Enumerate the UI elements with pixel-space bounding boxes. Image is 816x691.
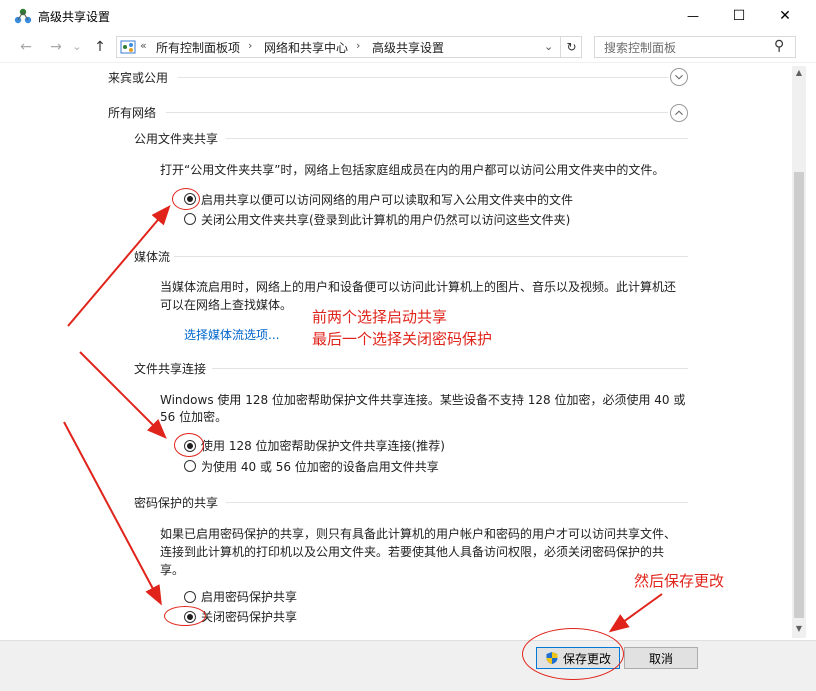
minimize-icon: —: [687, 9, 699, 23]
cancel-label: 取消: [648, 651, 673, 666]
annotation-save-note: 然后保存更改: [634, 572, 725, 590]
divider: [0, 62, 816, 63]
public-folder-off-radio[interactable]: [184, 213, 196, 225]
breadcrumb-overflow[interactable]: «: [140, 39, 147, 52]
divider: [226, 138, 688, 139]
password-on-radio[interactable]: [184, 591, 196, 603]
breadcrumb-network-center[interactable]: 网络和共享中心: [264, 39, 348, 56]
scrollbar-thumb[interactable]: [794, 172, 804, 618]
breadcrumb-separator-icon: ›: [356, 39, 361, 52]
annotation-ellipse: [164, 606, 206, 626]
divider: [178, 77, 668, 78]
up-button[interactable]: ↑: [90, 38, 110, 56]
public-folder-on-label[interactable]: 启用共享以便可以访问网络的用户可以读取和写入公用文件夹中的文件: [201, 191, 573, 208]
annotation-note-line2: 最后一个选择关闭密码保护: [312, 330, 493, 348]
encryption-40-56-radio[interactable]: [184, 460, 196, 472]
window-title: 高级共享设置: [38, 10, 111, 24]
file-sharing-description-line2: 56 位加密。: [160, 410, 228, 424]
search-icon[interactable]: ⚲: [774, 38, 784, 54]
breadcrumb-advanced-sharing[interactable]: 高级共享设置: [372, 39, 444, 56]
password-heading: 密码保护的共享: [134, 496, 219, 510]
cancel-button[interactable]: 取消: [624, 647, 698, 669]
divider: [166, 112, 668, 113]
public-folder-off-label[interactable]: 关闭公用文件夹共享(登录到此计算机的用户仍然可以访问这些文件夹): [201, 211, 570, 228]
media-description-line1: 当媒体流启用时，网络上的用户和设备便可以访问此计算机上的图片、音乐以及视频。此计…: [160, 280, 677, 294]
maximize-icon: ☐: [732, 8, 746, 24]
divider: [174, 256, 688, 257]
back-arrow-icon: ←: [20, 39, 32, 55]
password-description-line2: 连接到此计算机的打印机以及公用文件夹。若要使其他人具备访问权限，必须关闭密码保护…: [160, 545, 665, 559]
annotation-ellipse: [522, 628, 624, 680]
scroll-down-icon[interactable]: ▼: [794, 624, 804, 634]
breadcrumb-control-panel[interactable]: 所有控制面板项: [156, 39, 240, 56]
forward-button[interactable]: →: [46, 38, 66, 56]
recent-locations-button[interactable]: ⌄: [70, 38, 84, 56]
media-streaming-options-link[interactable]: 选择媒体流选项...: [184, 326, 279, 343]
annotation-ellipse: [172, 188, 200, 210]
password-on-label[interactable]: 启用密码保护共享: [201, 588, 297, 605]
collapse-chevron-icon[interactable]: [670, 104, 688, 122]
search-placeholder: 搜索控制面板: [604, 41, 677, 55]
divider: [226, 502, 688, 503]
media-heading: 媒体流: [134, 250, 171, 264]
section-all-networks[interactable]: 所有网络: [108, 104, 156, 121]
forward-arrow-icon: →: [50, 39, 62, 55]
maximize-button[interactable]: ☐: [716, 0, 762, 32]
public-folder-heading: 公用文件夹共享: [134, 132, 219, 146]
file-sharing-heading: 文件共享连接: [134, 362, 207, 376]
annotation-note-line1: 前两个选择启动共享: [312, 308, 448, 326]
refresh-icon: ↻: [566, 40, 577, 54]
breadcrumb-separator-icon: ›: [248, 39, 253, 52]
divider: [212, 368, 688, 369]
media-description-line2: 可以在网络上查找媒体。: [160, 298, 293, 312]
scroll-up-icon[interactable]: ▲: [794, 68, 804, 78]
encryption-40-56-label[interactable]: 为使用 40 或 56 位加密的设备启用文件共享: [201, 458, 439, 475]
chevron-down-icon: ⌄: [72, 40, 82, 53]
close-icon: ✕: [779, 8, 791, 24]
control-panel-icon: [120, 40, 136, 54]
up-arrow-icon: ↑: [94, 39, 106, 55]
minimize-button[interactable]: —: [670, 0, 716, 32]
network-sharing-icon: [14, 8, 32, 24]
password-off-label[interactable]: 关闭密码保护共享: [201, 608, 297, 625]
address-history-chevron-icon[interactable]: ⌄: [544, 40, 553, 53]
encryption-128-label[interactable]: 使用 128 位加密帮助保护文件共享连接(推荐): [201, 437, 445, 454]
password-description-line3: 享。: [160, 563, 185, 577]
back-button[interactable]: ←: [16, 38, 36, 56]
annotation-ellipse: [174, 433, 204, 457]
public-folder-description: 打开“公用文件夹共享”时，网络上包括家庭组成员在内的用户都可以访问公用文件夹中的…: [160, 163, 665, 177]
expand-chevron-icon[interactable]: [670, 68, 688, 86]
section-guest-public[interactable]: 来宾或公用: [108, 69, 168, 86]
refresh-button[interactable]: ↻: [560, 36, 582, 58]
file-sharing-description-line1: Windows 使用 128 位加密帮助保护文件共享连接。某些设备不支持 128…: [160, 393, 686, 407]
close-button[interactable]: ✕: [762, 0, 808, 32]
password-description-line1: 如果已启用密码保护的共享，则只有具备此计算机的用户帐户和密码的用户才可以访问共享…: [160, 527, 677, 541]
